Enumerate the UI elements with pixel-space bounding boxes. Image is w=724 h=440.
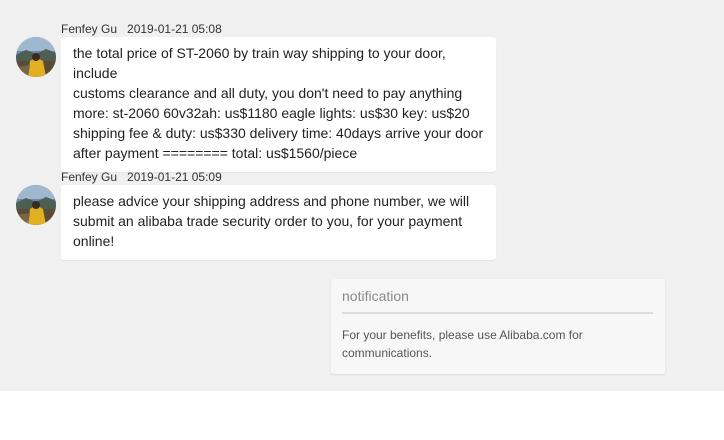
avatar-image [16, 185, 56, 225]
notification-divider [342, 312, 653, 314]
avatar[interactable] [16, 185, 56, 225]
notification-card: notification For your benefits, please u… [331, 279, 665, 374]
message-text-line: customs clearance and all duty, you don'… [73, 85, 463, 101]
message-text-line: the total price of ST-2060 by train way … [73, 45, 446, 81]
chat-area: Fenfey Gu 2019-01-21 05:08 the total pric… [0, 0, 724, 391]
message-bubble: please advice your shipping address and … [61, 185, 496, 260]
notification-body: For your benefits, please use Alibaba.co… [342, 326, 642, 362]
message-text-line: shipping fee & duty: us$330 delivery tim… [73, 125, 484, 141]
message-time: 2019-01-21 05:09 [127, 170, 222, 184]
notification-title: notification [342, 288, 409, 304]
notification-body-line: communications. [342, 346, 433, 360]
message-bubble: the total price of ST-2060 by train way … [61, 37, 496, 172]
message-time: 2019-01-21 05:08 [127, 22, 222, 36]
message-text-line: please advice your shipping address and … [73, 193, 470, 209]
message-text-line: online! [73, 233, 115, 249]
message-text-line: submit an alibaba trade security order t… [73, 213, 463, 229]
avatar[interactable] [16, 37, 56, 77]
avatar-image [16, 37, 56, 77]
message-meta: Fenfey Gu 2019-01-21 05:09 [61, 170, 222, 184]
message-text-line: more: st-2060 60v32ah: us$1180 eagle lig… [73, 105, 470, 121]
sender-name[interactable]: Fenfey Gu [61, 22, 117, 36]
message-meta: Fenfey Gu 2019-01-21 05:08 [61, 22, 222, 36]
sender-name[interactable]: Fenfey Gu [61, 170, 117, 184]
notification-body-line: For your benefits, please use Alibaba.co… [342, 328, 583, 342]
message-text-line: after payment ======== total: us$1560/pi… [73, 145, 358, 161]
